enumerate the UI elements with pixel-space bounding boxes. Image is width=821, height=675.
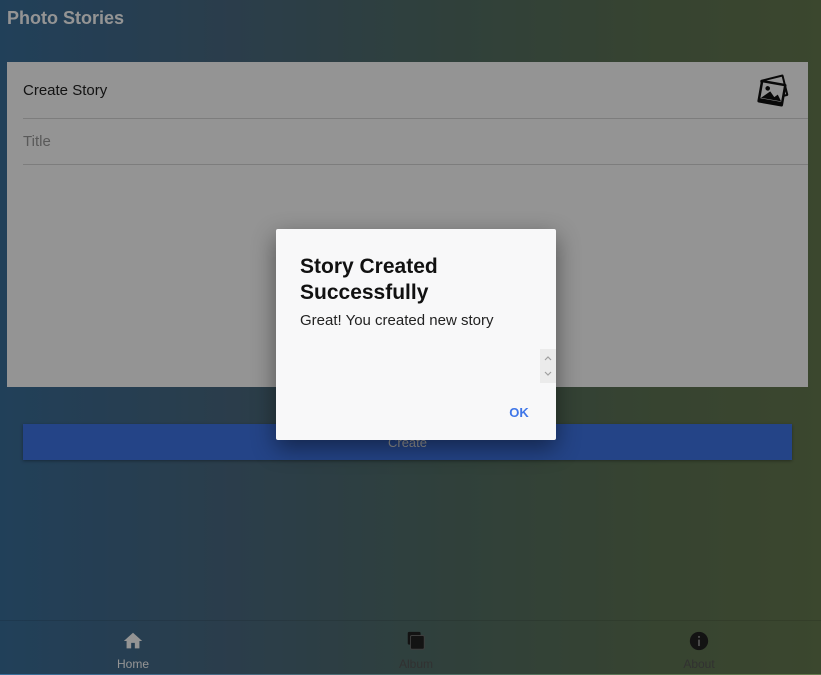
chevron-down-icon[interactable] — [542, 368, 554, 380]
dialog-scrollbar[interactable] — [540, 349, 556, 383]
chevron-up-icon[interactable] — [542, 352, 554, 364]
dialog-message: Great! You created new story — [300, 312, 494, 329]
ok-button[interactable]: OK — [496, 399, 542, 425]
alert-dialog: Story Created Successfully Great! You cr… — [276, 229, 556, 440]
dialog-title: Story Created Successfully — [300, 255, 438, 304]
